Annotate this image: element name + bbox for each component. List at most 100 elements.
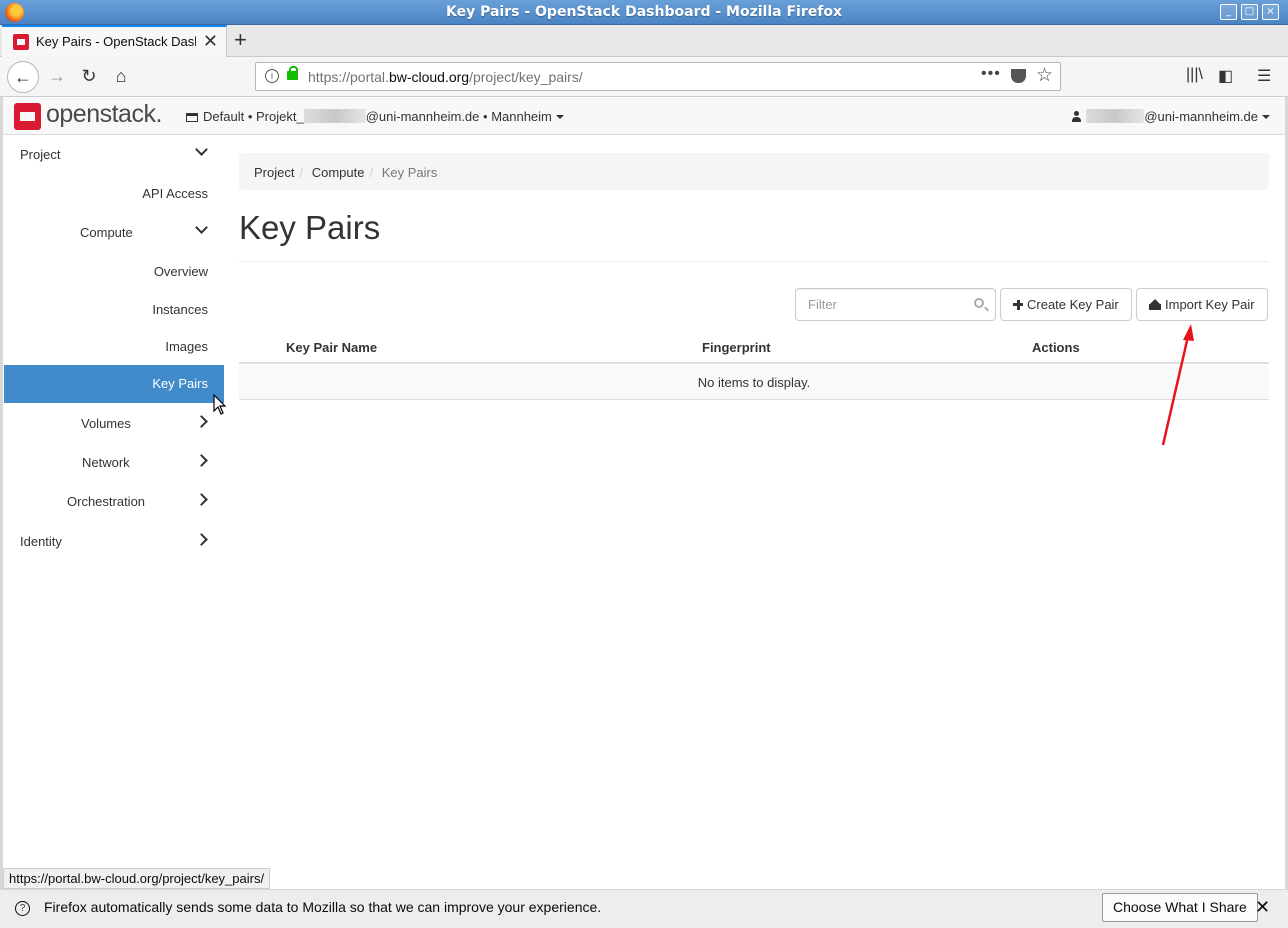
sidebar-item-key-pairs[interactable]: Key Pairs: [4, 365, 224, 403]
page-actions-icon[interactable]: •••: [981, 65, 1001, 83]
library-icon[interactable]: |||\: [1186, 66, 1203, 84]
user-icon: [1072, 111, 1082, 122]
chevron-down-icon: [195, 143, 208, 156]
url-prefix: https://portal.: [308, 69, 389, 85]
table-empty-row: No items to display.: [239, 365, 1269, 400]
sidebar-item-label: Instances: [152, 302, 208, 317]
import-key-pair-button[interactable]: Import Key Pair: [1136, 288, 1268, 321]
search-icon[interactable]: [974, 298, 984, 308]
context-bullet: •: [247, 109, 253, 124]
context-bullet: •: [483, 109, 488, 124]
chevron-right-icon: [195, 415, 208, 428]
sidebar-toggle-icon[interactable]: ◧: [1218, 66, 1233, 86]
page-title: Key Pairs: [239, 209, 381, 246]
context-project-prefix: Projekt_: [256, 109, 304, 124]
caret-down-icon: [1262, 115, 1270, 119]
openstack-favicon-icon: [13, 34, 29, 50]
divider: [239, 261, 1269, 262]
home-icon[interactable]: ⌂: [105, 61, 137, 93]
create-key-pair-button[interactable]: Create Key Pair: [1000, 288, 1132, 321]
info-icon[interactable]: i: [265, 69, 279, 83]
lock-icon[interactable]: [287, 66, 298, 80]
sidebar-item-label: API Access: [142, 186, 208, 201]
column-header-fingerprint: Fingerprint: [702, 340, 771, 355]
notification-bar: ? Firefox automatically sends some data …: [0, 889, 1288, 928]
tab-strip: Key Pairs - OpenStack Dashboard ✕ +: [0, 25, 1288, 57]
hamburger-menu-icon[interactable]: ☰: [1257, 66, 1271, 86]
sidebar-item-label: Orchestration: [67, 494, 146, 509]
chevron-right-icon: [195, 454, 208, 467]
url-text[interactable]: https://portal.bw-cloud.org/project/key_…: [308, 69, 583, 85]
sidebar-item-label: Compute: [80, 225, 133, 240]
context-domain: Default: [203, 109, 245, 124]
breadcrumb-separator: /: [369, 165, 374, 180]
caret-down-icon: [555, 115, 564, 119]
openstack-logo-icon[interactable]: [14, 103, 41, 130]
create-key-pair-label: Create Key Pair: [1027, 297, 1119, 312]
pocket-icon[interactable]: [1011, 69, 1026, 83]
sidebar-item-label: Overview: [153, 264, 208, 279]
filter-box: [795, 288, 996, 321]
sidebar-item-compute[interactable]: Compute: [4, 214, 224, 252]
filter-input[interactable]: [796, 289, 966, 320]
sidebar-item-project[interactable]: Project: [4, 136, 224, 174]
browser-tab[interactable]: Key Pairs - OpenStack Dashboard ✕: [2, 25, 227, 57]
sidebar-item-images[interactable]: Images: [4, 328, 224, 366]
help-icon: ?: [15, 901, 30, 916]
plus-icon: [1013, 300, 1023, 310]
breadcrumb-project[interactable]: Project: [254, 165, 294, 180]
choose-what-i-share-button[interactable]: Choose What I Share: [1102, 893, 1258, 922]
user-menu-dropdown[interactable]: @uni-mannheim.de: [1072, 109, 1270, 124]
forward-arrow-icon[interactable]: →: [41, 61, 73, 93]
back-arrow-icon[interactable]: ←: [7, 61, 39, 93]
openstack-header: openstack. Default • Projekt_ @uni-mannhe…: [3, 98, 1285, 135]
bookmark-star-icon[interactable]: ☆: [1036, 64, 1053, 87]
minimize-icon[interactable]: _: [1220, 4, 1237, 20]
reload-icon[interactable]: ↻: [73, 61, 105, 93]
column-header-actions: Actions: [1032, 340, 1080, 355]
sidebar-item-label: Images: [165, 339, 208, 354]
sidebar-item-label: Project: [20, 147, 61, 162]
import-key-pair-label: Import Key Pair: [1165, 297, 1255, 312]
sidebar-item-label: Network: [82, 455, 130, 470]
maximize-icon[interactable]: □: [1241, 4, 1258, 20]
context-region: Mannheim: [491, 109, 552, 124]
redacted-text: [303, 109, 366, 123]
sidebar-item-label: Identity: [20, 534, 62, 549]
sidebar-item-api-access[interactable]: API Access: [4, 175, 224, 213]
chevron-right-icon: [195, 533, 208, 546]
table-header: Key Pair Name Fingerprint Actions: [239, 333, 1269, 364]
column-header-key-pair-name: Key Pair Name: [286, 340, 378, 355]
window-title: Key Pairs - OpenStack Dashboard - Mozill…: [446, 4, 842, 20]
sidebar-item-volumes[interactable]: Volumes: [4, 405, 224, 443]
sidebar-item-overview[interactable]: Overview: [4, 253, 224, 291]
url-domain: bw-cloud.org: [388, 69, 470, 85]
url-path: /project/key_pairs/: [469, 69, 583, 85]
breadcrumb-compute[interactable]: Compute: [312, 165, 365, 180]
close-tab-icon[interactable]: ✕: [203, 31, 218, 52]
sidebar-item-identity[interactable]: Identity: [4, 523, 224, 561]
redacted-text: [1086, 109, 1145, 123]
mouse-cursor-icon: [213, 394, 227, 415]
close-notification-icon[interactable]: ✕: [1255, 897, 1270, 918]
sidebar-item-label: Volumes: [81, 416, 131, 431]
notification-message: Firefox automatically sends some data to…: [44, 899, 602, 915]
navigation-bar: ← → ↻ ⌂ i https://portal.bw-cloud.org/pr…: [0, 57, 1288, 97]
sidebar-item-orchestration[interactable]: Orchestration: [4, 483, 224, 521]
sidebar-item-network[interactable]: Network: [4, 444, 224, 482]
tab-label: Key Pairs - OpenStack Dashboard: [36, 34, 196, 49]
close-window-icon[interactable]: ×: [1262, 4, 1279, 20]
openstack-logo-text[interactable]: openstack.: [46, 100, 162, 129]
user-email-suffix: @uni-mannheim.de: [1144, 109, 1258, 124]
upload-icon: [1149, 299, 1161, 310]
project-context-dropdown[interactable]: Default • Projekt_ @uni-mannheim.de • Man…: [186, 109, 564, 124]
window-frame-left: [0, 25, 3, 928]
new-tab-icon[interactable]: +: [234, 27, 247, 53]
sidebar-item-instances[interactable]: Instances: [4, 291, 224, 329]
chevron-right-icon: [195, 493, 208, 506]
breadcrumb-key-pairs: Key Pairs: [381, 165, 438, 180]
sidebar-item-label: Key Pairs: [152, 376, 208, 391]
status-url: https://portal.bw-cloud.org/project/key_…: [3, 868, 271, 889]
url-bar[interactable]: i https://portal.bw-cloud.org/project/ke…: [255, 62, 1061, 91]
breadcrumb: Project / Compute / Key Pairs: [239, 153, 1269, 190]
